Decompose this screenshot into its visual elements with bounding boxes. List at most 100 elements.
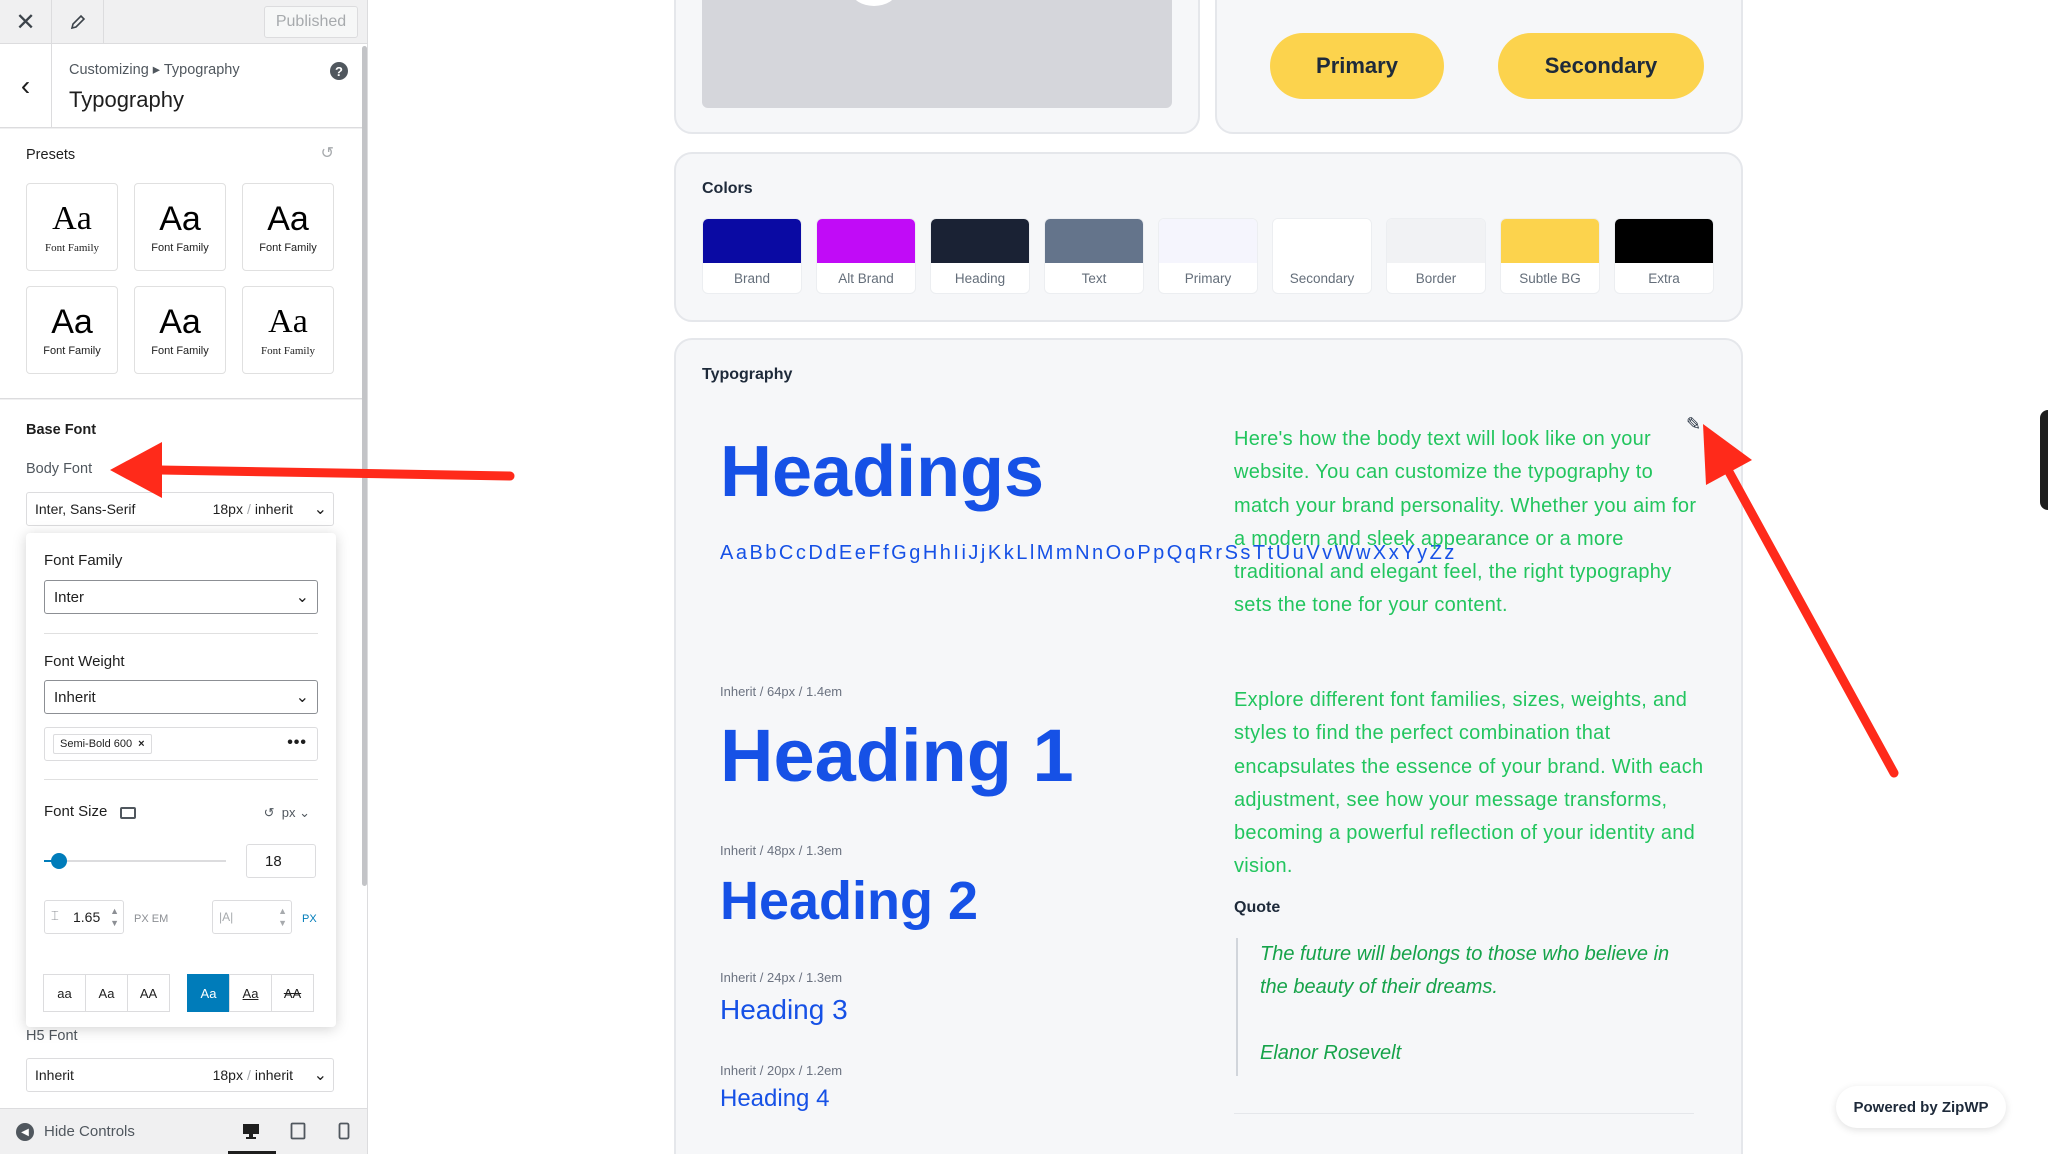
stepper-icon[interactable]: ▲ ▼	[278, 905, 287, 929]
divider	[1234, 1113, 1694, 1114]
swatch-label: Alt Brand	[838, 271, 894, 286]
pencil-icon[interactable]	[52, 0, 104, 44]
quote-author: Elanor Rosevelt	[1260, 1042, 1402, 1064]
section-header: ‹ Customizing ▸ Typography Typography ?	[0, 44, 367, 128]
preset-5[interactable]: Aa Font Family	[134, 286, 226, 374]
color-swatch[interactable]: Heading	[930, 218, 1030, 294]
preset-sample: Aa	[52, 200, 92, 237]
font-size-unit-select[interactable]: ↺ px ⌄	[264, 805, 310, 821]
body-font-label: Body Font	[26, 461, 93, 477]
preset-2[interactable]: Aa Font Family	[134, 183, 226, 271]
strikethrough-button[interactable]: AA	[271, 974, 314, 1012]
color-swatch[interactable]: Subtle BG	[1500, 218, 1600, 294]
preset-4[interactable]: Aa Font Family	[26, 286, 118, 374]
letter-spacing-icon: |A|	[219, 910, 234, 924]
preset-1[interactable]: Aa Font Family	[26, 183, 118, 271]
close-icon[interactable]: ✕	[0, 0, 52, 44]
primary-button[interactable]: Primary	[1270, 33, 1444, 99]
color-swatch[interactable]: Border	[1386, 218, 1486, 294]
swatch-label: Extra	[1648, 271, 1680, 286]
alphabet-sample: AaBbCcDdEeFfGgHhIiJjKkLlMmNnOoPpQqRrSsTt…	[720, 538, 1454, 568]
mobile-icon[interactable]	[334, 1121, 354, 1141]
font-family-select[interactable]: Inter ⌄	[44, 580, 318, 614]
text-decoration-group: Aa Aa AA	[187, 974, 314, 1012]
underline-button[interactable]: Aa	[229, 974, 272, 1012]
swatch-label: Text	[1081, 271, 1107, 286]
section-title: Typography	[69, 87, 184, 112]
swatch-color	[1045, 219, 1143, 263]
help-icon[interactable]: ?	[330, 62, 348, 80]
uppercase-button[interactable]: AA	[127, 974, 170, 1012]
desktop-icon[interactable]	[241, 1121, 261, 1141]
font-variant-tokens[interactable]: Semi-Bold 600 × •••	[44, 727, 318, 761]
hide-controls-button[interactable]: Hide Controls	[44, 1123, 135, 1140]
back-arrow-icon[interactable]: ‹	[0, 44, 52, 128]
preset-sample: Aa	[159, 303, 201, 341]
tablet-icon[interactable]	[288, 1121, 308, 1141]
preset-6[interactable]: Aa Font Family	[242, 286, 334, 374]
letter-spacing-input[interactable]: |A| ▲ ▼	[212, 900, 292, 934]
color-swatch[interactable]: Secondary	[1272, 218, 1372, 294]
no-decoration-button[interactable]: Aa	[187, 974, 230, 1012]
chevron-down-icon[interactable]: ⌄	[314, 1065, 327, 1085]
swatch-label: Primary	[1184, 271, 1232, 286]
swatch-color	[1615, 219, 1713, 263]
play-icon	[852, 0, 896, 6]
powered-by-badge[interactable]: Powered by ZipWP	[1836, 1086, 2006, 1128]
letter-spacing-unit[interactable]: PX	[302, 913, 317, 925]
secondary-button[interactable]: Secondary	[1498, 33, 1704, 99]
published-button[interactable]: Published	[264, 6, 358, 38]
text-transform-group: aa Aa AA	[43, 974, 170, 1012]
h3-meta: Inherit / 24px / 1.3em	[720, 970, 843, 985]
color-swatch[interactable]: Alt Brand	[816, 218, 916, 294]
preset-label: Font Family	[43, 345, 101, 357]
swatch-color	[1273, 219, 1371, 263]
responsive-desktop-icon[interactable]	[120, 807, 136, 819]
color-swatch[interactable]: Text	[1044, 218, 1144, 294]
reset-icon[interactable]: ↺	[264, 805, 275, 820]
quote-text: The future will belongs to those who bel…	[1260, 943, 1670, 998]
slider-thumb[interactable]	[50, 853, 67, 869]
capitalize-button[interactable]: Aa	[85, 974, 128, 1012]
swatch-color	[1387, 219, 1485, 263]
font-family-value: Inter	[54, 589, 85, 606]
preset-sample: Aa	[159, 200, 201, 238]
remove-token-icon[interactable]: ×	[138, 738, 144, 750]
preset-sample: Aa	[51, 303, 93, 341]
color-swatch[interactable]: Extra	[1614, 218, 1714, 294]
line-height-units[interactable]: PX EM	[134, 913, 168, 925]
heading-2: Heading 2	[720, 871, 979, 931]
swatch-color	[1159, 219, 1257, 263]
edit-pencil-icon[interactable]: ✎	[1686, 414, 1701, 435]
variant-token[interactable]: Semi-Bold 600 ×	[53, 734, 152, 754]
typography-title: Typography	[702, 366, 793, 383]
edge-tab[interactable]	[2040, 410, 2048, 510]
h2-meta: Inherit / 48px / 1.3em	[720, 843, 843, 858]
more-options-icon[interactable]: •••	[287, 734, 307, 752]
sidebar-scrollbar[interactable]	[362, 46, 367, 886]
divider	[44, 779, 318, 780]
body-font-control[interactable]: Inter, Sans-Serif 18px / inherit ⌄	[26, 492, 334, 526]
font-size-slider[interactable]	[44, 853, 226, 869]
presets-label: Presets	[26, 147, 76, 163]
h5-font-control[interactable]: Inherit 18px / inherit ⌄	[26, 1058, 334, 1092]
hide-controls-icon[interactable]: ◀	[16, 1123, 34, 1141]
line-height-input[interactable]: ⌶ 1.65 ▲ ▼	[44, 900, 124, 934]
font-weight-select[interactable]: Inherit ⌄	[44, 680, 318, 714]
stepper-icon[interactable]: ▲ ▼	[110, 905, 119, 929]
body-paragraph-2: Explore different font families, sizes, …	[1234, 689, 1704, 878]
swatch-color	[1501, 219, 1599, 263]
body-paragraph-1: Here's how the body text will look like …	[1234, 428, 1697, 617]
customizer-topbar: ✕ Published	[0, 0, 367, 44]
color-swatch[interactable]: Brand	[702, 218, 802, 294]
preset-sample: Aa	[267, 200, 309, 238]
swatch-color	[931, 219, 1029, 263]
chevron-down-icon[interactable]: ⌄	[314, 499, 327, 519]
color-swatch[interactable]: Primary	[1158, 218, 1258, 294]
font-family-label: Font Family	[44, 552, 123, 569]
preset-label: Font Family	[151, 242, 209, 254]
reset-icon[interactable]: ↺	[321, 143, 334, 163]
preset-3[interactable]: Aa Font Family	[242, 183, 334, 271]
font-size-input[interactable]: 18	[246, 844, 316, 878]
lowercase-button[interactable]: aa	[43, 974, 86, 1012]
